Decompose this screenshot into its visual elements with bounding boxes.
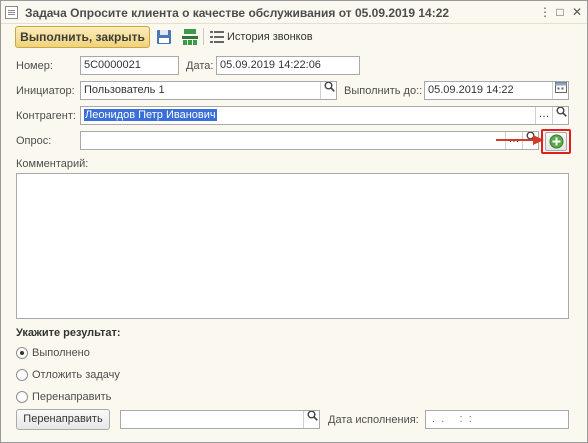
radio-done[interactable] — [16, 347, 28, 359]
execute-close-button[interactable]: Выполнить, закрыть — [15, 26, 150, 48]
redirect-button[interactable]: Перенаправить — [16, 409, 110, 430]
list-icon — [210, 31, 224, 43]
radio-redirect[interactable] — [16, 391, 28, 403]
task-window: Задача Опросите клиента о качестве обслу… — [0, 0, 588, 443]
calendar-icon[interactable] — [552, 82, 568, 99]
search-icon[interactable] — [552, 107, 568, 124]
date-label: Дата: — [186, 60, 214, 72]
comment-textarea[interactable] — [16, 173, 569, 319]
result-heading: Укажите результат: — [16, 327, 121, 339]
due-value: 05.09.2019 14:22 — [428, 84, 514, 96]
radio-postpone-label[interactable]: Отложить задачу — [32, 369, 120, 381]
counterparty-value: Леонидов Петр Иванович — [84, 109, 217, 121]
restore-icon[interactable]: □ — [552, 4, 568, 20]
add-survey-button[interactable] — [545, 132, 567, 151]
initiator-label: Инициатор: — [16, 85, 75, 97]
structure-icon[interactable] — [181, 28, 199, 46]
radio-done-label[interactable]: Выполнено — [32, 347, 90, 359]
search-icon[interactable] — [303, 411, 319, 428]
exec-date-value: . . : : — [429, 413, 472, 425]
toolbar-divider — [203, 28, 204, 45]
due-field[interactable]: 05.09.2019 14:22 — [424, 81, 569, 100]
radio-redirect-label[interactable]: Перенаправить — [32, 391, 111, 403]
radio-postpone[interactable] — [16, 369, 28, 381]
close-icon[interactable]: ✕ — [569, 4, 585, 20]
call-history-button[interactable]: История звонков — [227, 31, 313, 43]
title-bar: Задача Опросите клиента о качестве обслу… — [1, 1, 587, 24]
number-label: Номер: — [16, 60, 53, 72]
exec-date-label: Дата исполнения: — [328, 414, 419, 426]
initiator-field[interactable]: Пользователь 1 — [80, 81, 337, 100]
document-icon — [5, 6, 18, 19]
redirect-field[interactable] — [120, 410, 320, 429]
ellipsis-button[interactable]: … — [535, 107, 552, 124]
more-icon[interactable]: ⋮ — [537, 4, 553, 20]
date-field[interactable]: 05.09.2019 14:22:06 — [216, 56, 360, 75]
exec-date-field[interactable]: . . : : — [425, 410, 569, 429]
save-icon[interactable] — [156, 29, 172, 45]
survey-label: Опрос: — [16, 135, 52, 147]
counterparty-field[interactable]: Леонидов Петр Иванович … — [80, 106, 569, 125]
window-title: Задача Опросите клиента о качестве обслу… — [25, 6, 450, 20]
annotation-arrow-icon — [495, 133, 545, 147]
initiator-value: Пользователь 1 — [84, 84, 165, 96]
number-field[interactable]: 5С0000021 — [80, 56, 179, 75]
survey-field[interactable]: … — [80, 131, 539, 150]
search-icon[interactable] — [320, 82, 336, 99]
counterparty-label: Контрагент: — [16, 110, 76, 122]
comment-label: Комментарий: — [16, 158, 89, 170]
due-label: Выполнить до:: — [344, 85, 423, 97]
